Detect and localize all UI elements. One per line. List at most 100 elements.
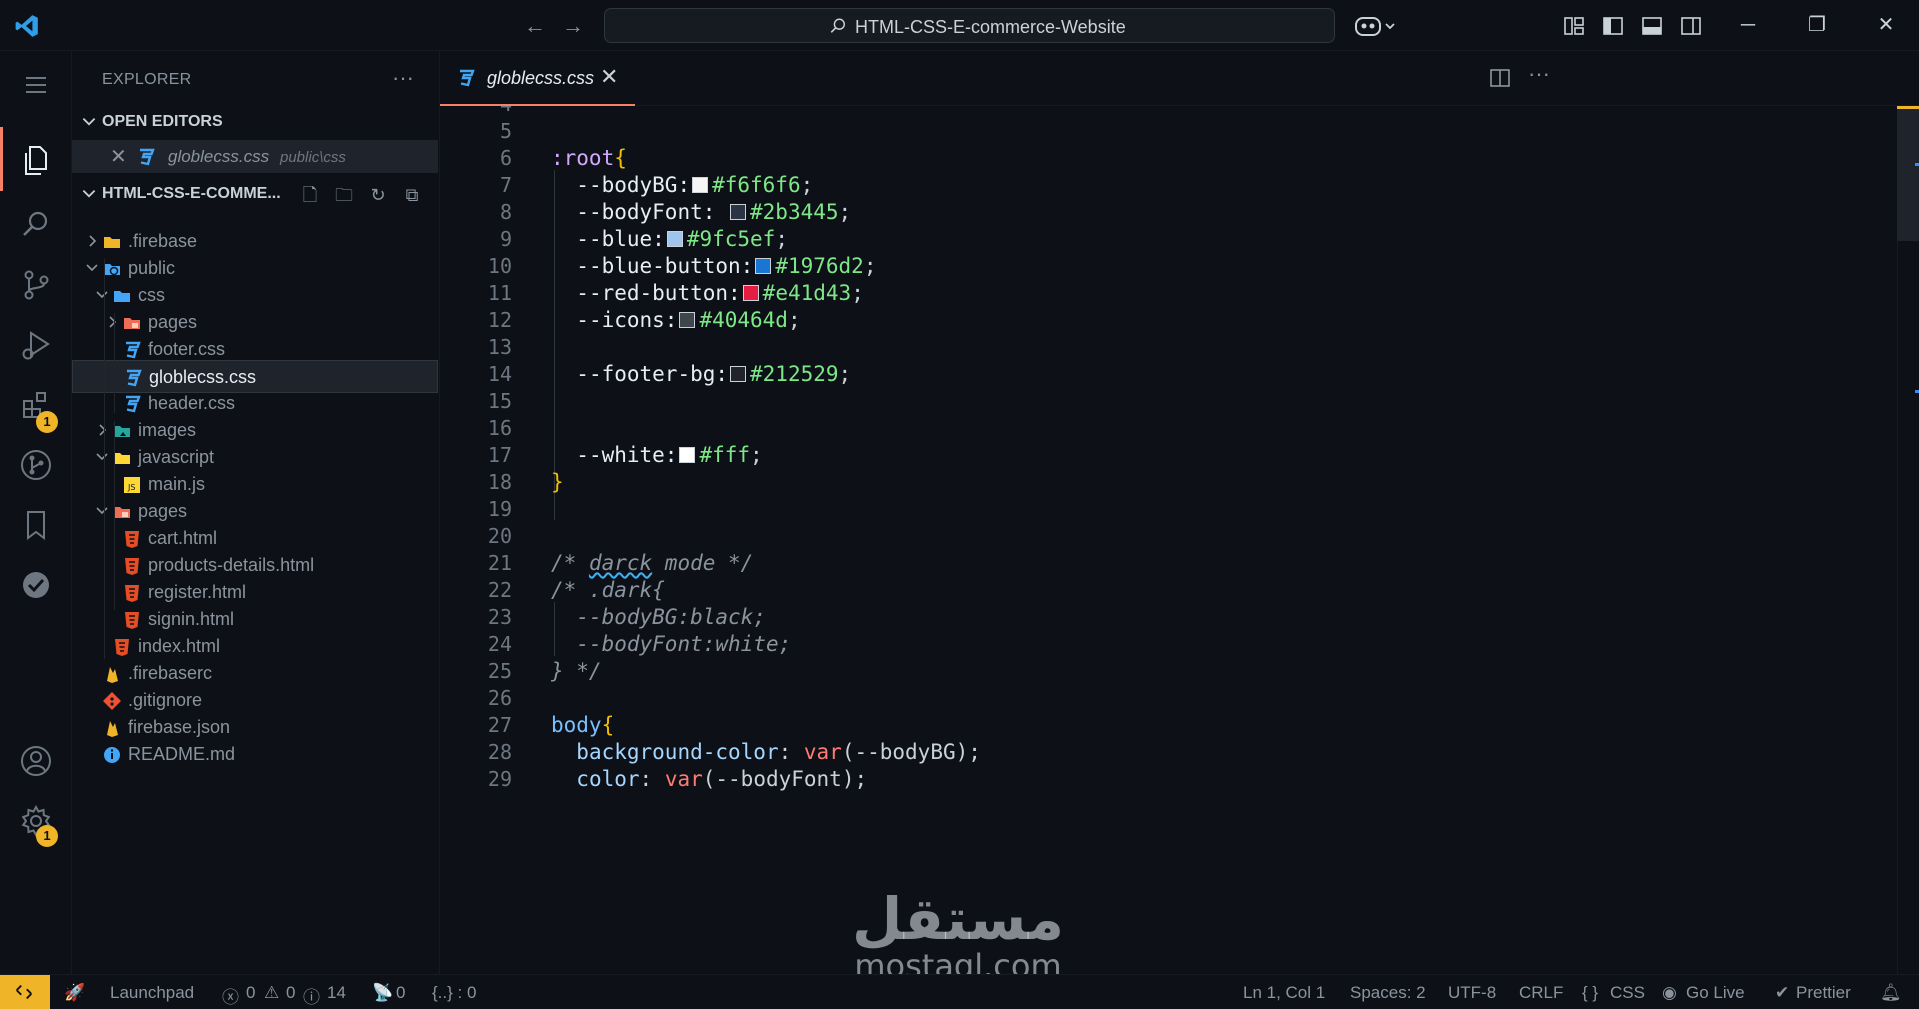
search-text: HTML-CSS-E-commerce-Website [855, 17, 1126, 37]
split-editor-icon[interactable] [1488, 66, 1512, 90]
launchpad-label[interactable]: Launchpad [110, 983, 194, 1003]
braces-status[interactable]: {..} : 0 [432, 983, 476, 1003]
line-number: 19 [487, 497, 512, 521]
semicolon: ; [838, 362, 852, 386]
property: background-color [576, 740, 779, 764]
tab-close-icon[interactable]: ✕ [600, 64, 618, 90]
broadcast-icon: 📡 [372, 983, 394, 1002]
css-file-icon [140, 148, 155, 166]
spelling-warning[interactable]: darck [589, 551, 652, 575]
toggle-secondary-sidebar-icon[interactable] [1679, 14, 1703, 38]
search-view-button[interactable] [0, 191, 72, 255]
go-live-button[interactable]: Go Live [1686, 983, 1745, 1003]
color-swatch[interactable] [730, 366, 747, 382]
language-mode[interactable]: CSS [1610, 983, 1645, 1003]
files-icon [25, 146, 47, 175]
manage-settings-button[interactable]: 1 [0, 787, 72, 851]
run-debug-view-button[interactable] [0, 311, 72, 375]
line-number: 25 [487, 659, 512, 683]
value: #1976d2 [775, 254, 864, 278]
forward-arrow-icon[interactable]: → [559, 12, 587, 40]
toggle-primary-sidebar-icon[interactable] [1601, 14, 1625, 38]
toggle-panel-icon[interactable] [1640, 14, 1664, 38]
color-swatch[interactable] [666, 231, 683, 247]
tab-globlecss[interactable]: globlecss.css ✕ [440, 51, 635, 106]
html-file-icon [125, 585, 139, 602]
code-line-12: --icons: #40464d; [551, 308, 800, 332]
notifications-bell-icon[interactable]: 🔔︎ [1880, 983, 1902, 1003]
firebase-icon [107, 721, 118, 737]
refresh-icon[interactable]: ↻ [366, 185, 390, 207]
chevron-down-icon [86, 264, 98, 272]
firebase-icon [107, 667, 118, 683]
code-editor[interactable]: 4 5 6 7 8 9 10 11 12 13 14 15 16 17 18 19 20 21 22 23 24 25 26… [440, 106, 1919, 974]
vertical-scrollbar-thumb[interactable] [1897, 106, 1919, 241]
selector: :root [551, 146, 615, 170]
open-editor-item[interactable]: ✕ globlecss.css public\css [72, 140, 438, 173]
color-swatch[interactable] [679, 447, 696, 463]
collapse-all-icon[interactable]: ⧉ [400, 185, 424, 207]
restore-button[interactable]: ❐ [1791, 8, 1843, 42]
command-center-search[interactable]: HTML-CSS-E-commerce-Website [604, 8, 1335, 43]
info-count[interactable]: 14 [327, 983, 346, 1003]
search-icon [23, 211, 48, 236]
git-graph-view-button[interactable] [0, 431, 72, 495]
end-of-line[interactable]: CRLF [1519, 983, 1563, 1003]
comment: --bodyBG:black; [576, 605, 766, 629]
close-window-button[interactable]: ✕ [1860, 8, 1912, 42]
indentation[interactable]: Spaces: 2 [1350, 983, 1426, 1003]
customize-layout-icon[interactable] [1562, 14, 1586, 38]
indent-guide [104, 259, 105, 659]
new-folder-icon[interactable]: 🗀 [332, 183, 356, 205]
encoding[interactable]: UTF-8 [1448, 983, 1496, 1003]
vscode-logo-icon[interactable] [14, 13, 40, 39]
tree-item-label: products-details.html [148, 555, 315, 575]
copilot-icon[interactable] [1354, 14, 1398, 38]
code-line-7: --bodyBG: #f6f6f6; [551, 173, 813, 197]
line-number: 18 [487, 470, 512, 494]
bookmarks-view-button[interactable] [0, 491, 72, 555]
line-number: 7 [499, 173, 512, 197]
tree-item-label: .firebase [128, 231, 198, 251]
line-number: 4 [440, 106, 512, 116]
color-swatch[interactable] [742, 285, 759, 301]
comment: --bodyFont:white; [576, 632, 792, 656]
close-editor-icon[interactable]: ✕ [110, 144, 127, 169]
color-swatch[interactable] [679, 312, 696, 328]
errors-count[interactable]: 0 [246, 983, 255, 1003]
extensions-view-button[interactable]: 1 [0, 371, 72, 435]
tree-file[interactable]: README.md [72, 738, 438, 771]
tree-item-label: globlecss.css [149, 367, 257, 387]
account-icon [21, 746, 51, 776]
editor-more-actions[interactable]: ··· [1528, 61, 1550, 87]
chevron-down-icon [96, 453, 108, 461]
ports-count[interactable]: 0 [396, 983, 405, 1003]
back-arrow-icon[interactable]: ← [521, 12, 549, 40]
prettier-button[interactable]: Prettier [1796, 983, 1851, 1003]
color-swatch[interactable] [692, 177, 709, 193]
testing-view-button[interactable] [0, 551, 72, 615]
warnings-count[interactable]: 0 [286, 983, 295, 1003]
chevron-right-icon [89, 235, 97, 247]
remote-indicator-button[interactable] [0, 975, 50, 1009]
project-section-header[interactable]: HTML-CSS-E-COMME... 🗋 🗀 ↻ ⧉ [72, 179, 440, 209]
property: color [576, 767, 640, 791]
tree-item-label: footer.css [148, 339, 226, 359]
minimize-button[interactable]: ─ [1722, 8, 1774, 42]
info-icon [104, 747, 120, 763]
color-swatch[interactable] [730, 204, 747, 220]
menu-button[interactable] [0, 57, 72, 121]
explorer-view-button[interactable] [0, 127, 72, 191]
remote-icon [16, 984, 32, 1000]
open-editors-section-header[interactable]: OPEN EDITORS [72, 107, 440, 137]
explorer-more-actions[interactable]: ··· [392, 65, 414, 91]
new-file-icon[interactable]: 🗋 [298, 183, 322, 205]
line-number: 14 [487, 362, 512, 386]
explorer-title: EXPLORER [102, 71, 192, 88]
color-swatch[interactable] [755, 258, 772, 274]
code-line-9: --blue: #9fc5ef; [551, 227, 788, 251]
accounts-button[interactable] [0, 727, 72, 791]
source-control-view-button[interactable] [0, 251, 72, 315]
line-number: 12 [487, 308, 512, 332]
cursor-position[interactable]: Ln 1, Col 1 [1243, 983, 1325, 1003]
